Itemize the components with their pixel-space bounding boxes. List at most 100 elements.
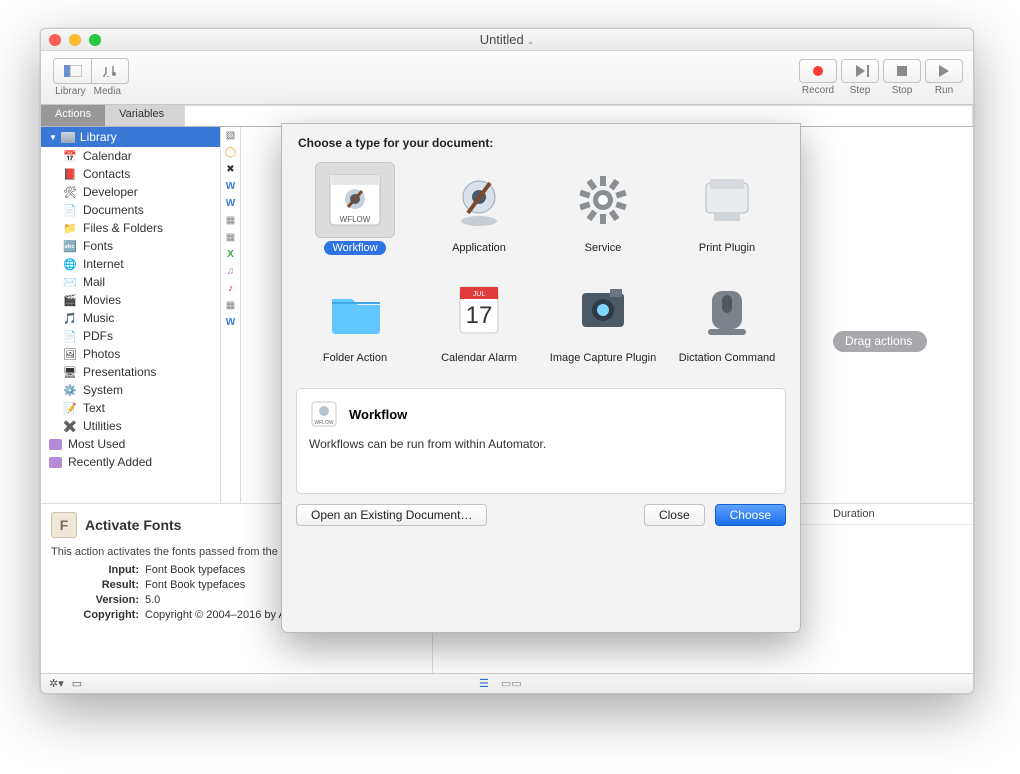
smart-folder-icon xyxy=(49,439,62,450)
type-description-box: WFLOW Workflow Workflows can be run from… xyxy=(296,388,786,494)
category-icon: 📕 xyxy=(63,167,77,181)
category-icon: 🔤 xyxy=(63,239,77,253)
svg-text:WFLOW: WFLOW xyxy=(314,420,333,426)
sidebar-item-files-folders[interactable]: 📁Files & Folders xyxy=(41,219,220,237)
doctype-icon xyxy=(563,162,643,238)
doctype-print-plugin[interactable]: Print Plugin xyxy=(666,162,788,268)
open-existing-button[interactable]: Open an Existing Document… xyxy=(296,504,487,526)
doctype-image-capture-plugin[interactable]: Image Capture Plugin xyxy=(542,272,664,378)
doctype-icon: JUL 17 xyxy=(439,272,519,348)
stop-icon xyxy=(897,66,907,76)
sidebar-item-movies[interactable]: 🎬Movies xyxy=(41,291,220,309)
sheet-heading: Choose a type for your document: xyxy=(282,124,800,158)
category-icon: 🛠 xyxy=(63,185,77,199)
doctype-icon xyxy=(439,162,519,238)
doctype-workflow[interactable]: WFLOW Workflow xyxy=(294,162,416,268)
doctype-label: Image Capture Plugin xyxy=(550,352,656,378)
category-icon: 📁 xyxy=(63,221,77,235)
doctype-icon xyxy=(687,162,767,238)
sidebar-item-contacts[interactable]: 📕Contacts xyxy=(41,165,220,183)
duration-header: Duration xyxy=(833,508,953,520)
sidebar-item-calendar[interactable]: 📅Calendar xyxy=(41,147,220,165)
category-icon: 📄 xyxy=(63,329,77,343)
doctype-icon: WFLOW xyxy=(315,162,395,238)
sidebar-item-system[interactable]: ⚙️System xyxy=(41,381,220,399)
panel-toggle-icon[interactable]: ▭ xyxy=(72,677,82,690)
action-title: Activate Fonts xyxy=(85,517,181,533)
title-chevron-icon: ⌄ xyxy=(527,36,535,46)
sidebar-item-internet[interactable]: 🌐Internet xyxy=(41,255,220,273)
choose-button[interactable]: Choose xyxy=(715,504,786,526)
sidebar-item-developer[interactable]: 🛠Developer xyxy=(41,183,220,201)
media-toggle-button[interactable] xyxy=(91,58,129,84)
category-icon: 📅 xyxy=(63,149,77,163)
sidebar-header-label: Library xyxy=(80,130,117,144)
library-label: Library xyxy=(55,86,86,97)
play-icon xyxy=(939,65,949,77)
category-icon: 📄 xyxy=(63,203,77,217)
sidebar-item-music[interactable]: 🎵Music xyxy=(41,309,220,327)
media-label: Media xyxy=(94,86,121,97)
sidebar-item-photos[interactable]: 🖼Photos xyxy=(41,345,220,363)
type-description-body: Workflows can be run from within Automat… xyxy=(309,437,773,451)
doctype-folder-action[interactable]: Folder Action xyxy=(294,272,416,378)
doctype-label: Dictation Command xyxy=(679,352,776,378)
doctype-icon xyxy=(315,272,395,348)
tab-variables[interactable]: Variables xyxy=(105,105,178,126)
automator-window: Untitled⌄ Library Media Record Step Stop… xyxy=(40,28,974,694)
sidebar-item-fonts[interactable]: 🔤Fonts xyxy=(41,237,220,255)
category-icon: 🌐 xyxy=(63,257,77,271)
category-icon: 📝 xyxy=(63,401,77,415)
doctype-dictation-command[interactable]: Dictation Command xyxy=(666,272,788,378)
doctype-label: Calendar Alarm xyxy=(441,352,517,378)
category-icon: 🖥 xyxy=(63,365,77,379)
titlebar: Untitled⌄ xyxy=(41,29,973,51)
doctype-calendar-alarm[interactable]: JUL 17 Calendar Alarm xyxy=(418,272,540,378)
gear-icon[interactable]: ✲▾ xyxy=(49,677,64,690)
sidebar-item-documents[interactable]: 📄Documents xyxy=(41,201,220,219)
sidebar-item-pdfs[interactable]: 📄PDFs xyxy=(41,327,220,345)
library-toggle-button[interactable] xyxy=(53,58,91,84)
view-flow-icon[interactable]: ☰ xyxy=(479,677,489,690)
svg-text:17: 17 xyxy=(466,302,493,329)
library-icon xyxy=(61,132,75,143)
traffic-light-zoom[interactable] xyxy=(89,34,101,46)
stop-button[interactable]: Stop xyxy=(883,59,921,96)
doctype-label: Folder Action xyxy=(323,352,387,378)
sidebar-item-mail[interactable]: ✉️Mail xyxy=(41,273,220,291)
status-bar: ✲▾ ▭ ☰ ▭▭ xyxy=(41,673,973,693)
sidebar-item-utilities[interactable]: ✖️Utilities xyxy=(41,417,220,435)
category-icon: 🎬 xyxy=(63,293,77,307)
run-button[interactable]: Run xyxy=(925,59,963,96)
tab-actions[interactable]: Actions xyxy=(41,105,105,126)
category-icon: ⚙️ xyxy=(63,383,77,397)
document-type-sheet: Choose a type for your document: WFLOW Wo… xyxy=(281,123,801,633)
record-button[interactable]: Record xyxy=(799,59,837,96)
svg-text:JUL: JUL xyxy=(473,291,486,298)
doctype-label: Application xyxy=(452,242,506,268)
traffic-light-close[interactable] xyxy=(49,34,61,46)
category-icon: 🖼 xyxy=(63,347,77,361)
doctype-label: Service xyxy=(585,242,622,268)
doctype-service[interactable]: Service xyxy=(542,162,664,268)
view-list-icon[interactable]: ▭▭ xyxy=(501,677,522,690)
step-button[interactable]: Step xyxy=(841,59,879,96)
fonts-icon: F xyxy=(51,512,77,538)
sidebar-recentlyadded[interactable]: Recently Added xyxy=(41,453,220,471)
sidebar-mostused[interactable]: Most Used xyxy=(41,435,220,453)
step-icon xyxy=(856,65,865,77)
disclosure-triangle-icon: ▼ xyxy=(49,133,57,142)
window-title: Untitled⌄ xyxy=(480,32,535,47)
category-icon: 🎵 xyxy=(63,311,77,325)
close-button[interactable]: Close xyxy=(644,504,705,526)
smart-folder-icon xyxy=(49,457,62,468)
sidebar-item-presentations[interactable]: 🖥Presentations xyxy=(41,363,220,381)
sidebar-item-text[interactable]: 📝Text xyxy=(41,399,220,417)
record-icon xyxy=(813,66,823,76)
type-description-title: Workflow xyxy=(349,407,407,422)
doctype-label: Workflow xyxy=(324,242,385,268)
doctype-application[interactable]: Application xyxy=(418,162,540,268)
traffic-light-minimize[interactable] xyxy=(69,34,81,46)
sidebar-library-header[interactable]: ▼ Library xyxy=(41,127,220,147)
doctype-label: Print Plugin xyxy=(699,242,755,268)
